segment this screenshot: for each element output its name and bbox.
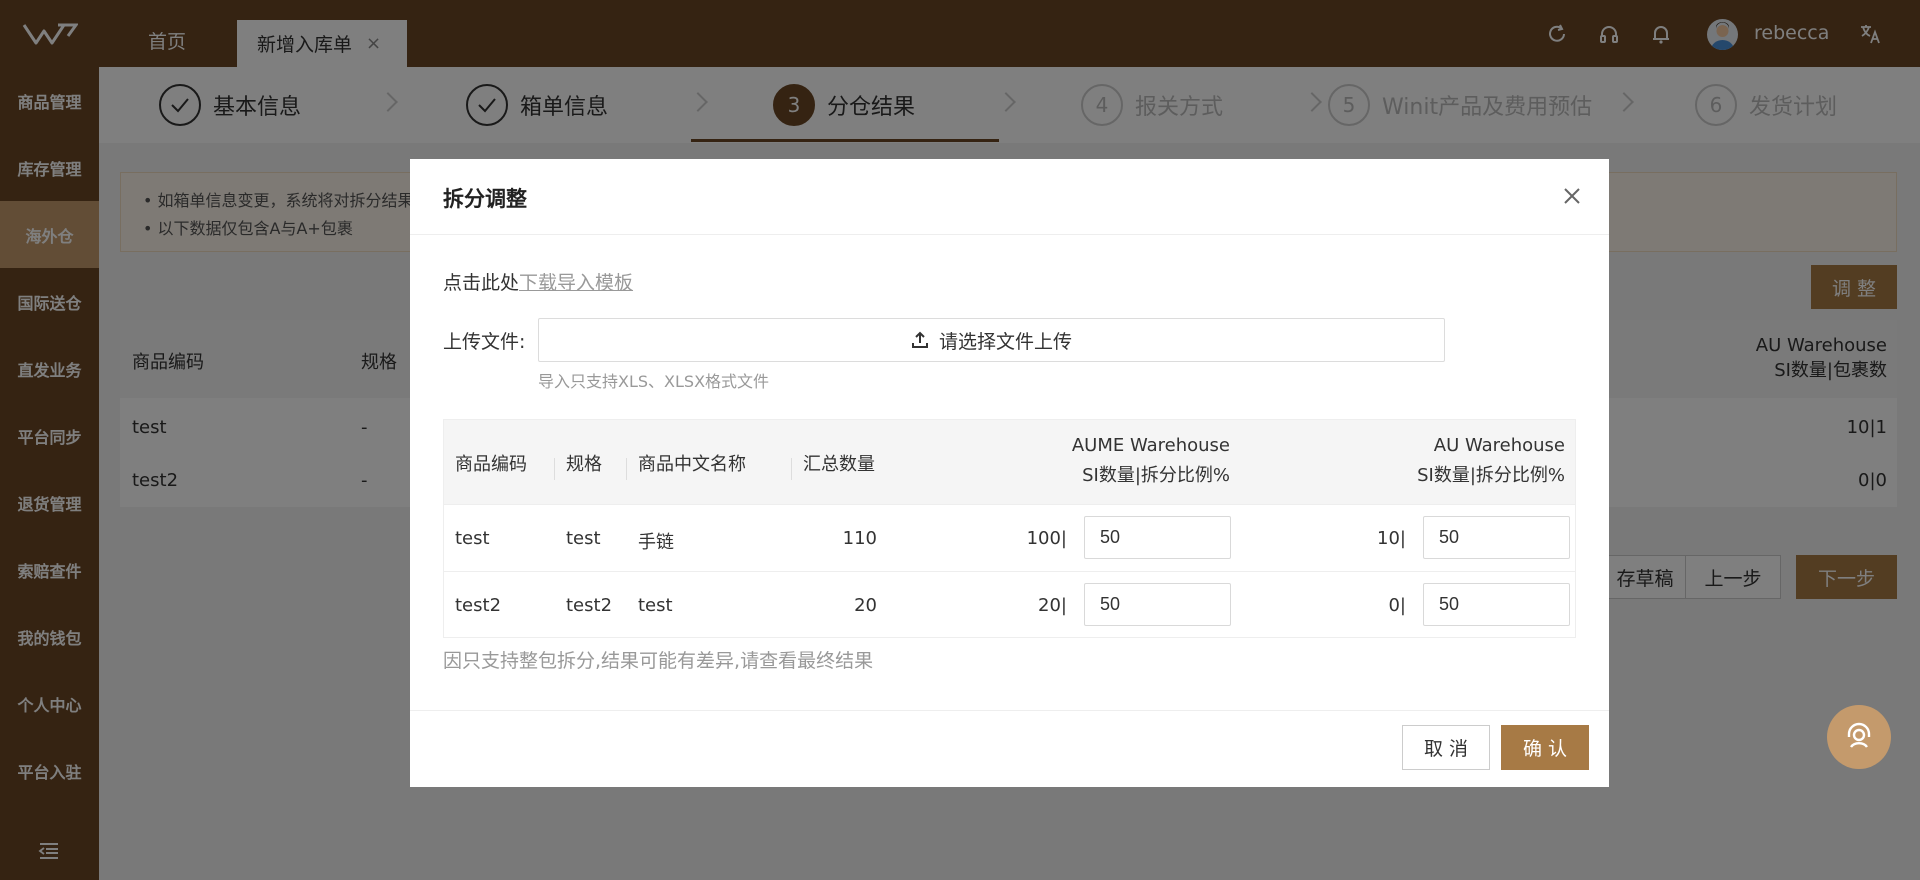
cell-aume-qty: 100| bbox=[1026, 528, 1067, 549]
column-header-spec: 规格 bbox=[554, 450, 602, 480]
customer-service-icon[interactable] bbox=[1827, 705, 1891, 769]
cancel-button[interactable]: 取 消 bbox=[1402, 725, 1490, 770]
split-adjust-dialog: 拆分调整 点击此处下载导入模板 上传文件: 请选择文件上传 导入只支持XLS、X… bbox=[410, 159, 1609, 787]
download-template-link[interactable]: 下载导入模板 bbox=[519, 272, 633, 294]
cell-name-cn: 手链 bbox=[638, 532, 674, 553]
column-header-au: AU Warehouse SI数量|拆分比例% bbox=[1417, 431, 1565, 491]
table-row: test test 手链 110 100| 10| bbox=[444, 504, 1575, 571]
cell-au-qty: 10| bbox=[1377, 528, 1406, 549]
cell-code: test bbox=[455, 528, 490, 549]
table-header: 商品编码 规格 商品中文名称 汇总数量 AUME Warehouse SI数量|… bbox=[444, 420, 1575, 504]
column-header-name-cn: 商品中文名称 bbox=[626, 450, 746, 480]
cell-code: test2 bbox=[455, 595, 502, 616]
au-ratio-input[interactable] bbox=[1423, 516, 1570, 559]
header-line: SI数量|拆分比例% bbox=[1082, 465, 1230, 486]
close-icon[interactable] bbox=[1557, 181, 1587, 211]
download-prefix: 点击此处 bbox=[443, 272, 520, 294]
column-header-code: 商品编码 bbox=[455, 454, 527, 475]
header-line: AUME Warehouse bbox=[1071, 435, 1230, 456]
upload-icon bbox=[911, 331, 928, 348]
upload-button-label: 请选择文件上传 bbox=[938, 330, 1072, 353]
header-line: SI数量|拆分比例% bbox=[1417, 465, 1565, 486]
download-template-line: 点击此处下载导入模板 bbox=[443, 268, 633, 295]
column-header-aume: AUME Warehouse SI数量|拆分比例% bbox=[1072, 431, 1230, 491]
aume-ratio-input[interactable] bbox=[1084, 583, 1231, 626]
upload-label: 上传文件: bbox=[443, 331, 526, 353]
cell-aume-qty: 20| bbox=[1038, 595, 1067, 616]
cell-name-cn: test bbox=[638, 595, 673, 616]
cell-spec: test bbox=[566, 528, 601, 549]
header-line: AU Warehouse bbox=[1433, 435, 1565, 456]
dialog-header: 拆分调整 bbox=[410, 159, 1609, 235]
confirm-button[interactable]: 确 认 bbox=[1501, 725, 1589, 770]
cell-au-qty: 0| bbox=[1388, 595, 1406, 616]
cell-total: 20 bbox=[854, 595, 877, 616]
aume-ratio-input[interactable] bbox=[1084, 516, 1231, 559]
upload-hint: 导入只支持XLS、XLSX格式文件 bbox=[538, 372, 770, 391]
column-header-total: 汇总数量 bbox=[791, 450, 875, 480]
upload-file-button[interactable]: 请选择文件上传 bbox=[538, 318, 1445, 362]
dialog-title: 拆分调整 bbox=[443, 187, 527, 211]
au-ratio-input[interactable] bbox=[1423, 583, 1570, 626]
split-note: 因只支持整包拆分,结果可能有差异,请查看最终结果 bbox=[443, 650, 874, 672]
dialog-footer: 取 消 确 认 bbox=[410, 710, 1609, 787]
table-row: test2 test2 test 20 20| 0| bbox=[444, 571, 1575, 638]
cell-spec: test2 bbox=[566, 595, 613, 616]
cell-total: 110 bbox=[842, 528, 877, 549]
split-table: 商品编码 规格 商品中文名称 汇总数量 AUME Warehouse SI数量|… bbox=[443, 419, 1576, 638]
